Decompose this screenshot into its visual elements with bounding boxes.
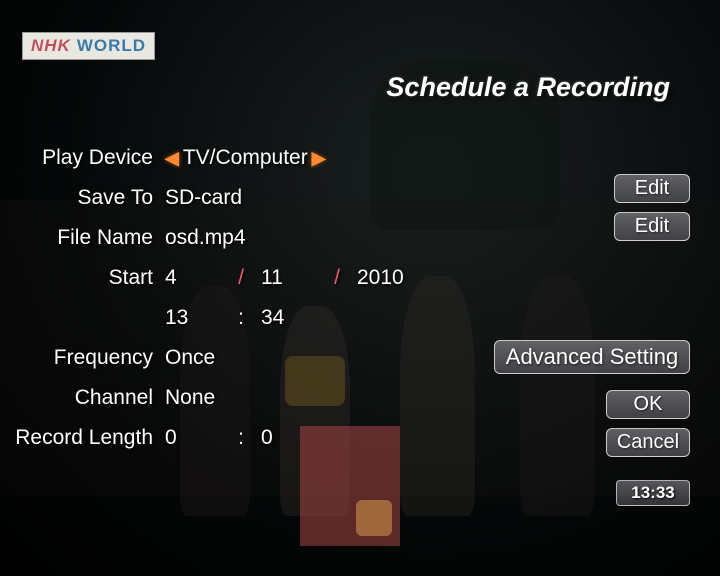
logo-text-right: WORLD bbox=[77, 36, 146, 55]
label-play-device: Play Device bbox=[0, 146, 165, 170]
row-file-name: File Name osd.mp4 bbox=[0, 218, 720, 258]
label-frequency: Frequency bbox=[0, 346, 165, 370]
length-hour[interactable]: 0 bbox=[165, 426, 221, 450]
clock-display: 13:33 bbox=[616, 480, 690, 506]
start-hour[interactable]: 13 bbox=[165, 306, 221, 330]
row-start-date: Start 4 / 11 / 2010 bbox=[0, 258, 720, 298]
label-channel: Channel bbox=[0, 386, 165, 410]
advanced-setting-button[interactable]: Advanced Setting bbox=[494, 340, 690, 374]
value-start-time[interactable]: 13 : 34 bbox=[165, 306, 720, 330]
length-minute[interactable]: 0 bbox=[261, 426, 317, 450]
edit-save-to-button[interactable]: Edit bbox=[614, 174, 690, 203]
label-save-to: Save To bbox=[0, 186, 165, 210]
value-play-device[interactable]: ◀ TV/Computer ▶ bbox=[165, 146, 720, 170]
time-separator: : bbox=[221, 306, 261, 330]
ok-button[interactable]: OK bbox=[606, 390, 690, 419]
start-day[interactable]: 4 bbox=[165, 266, 221, 290]
label-file-name: File Name bbox=[0, 226, 165, 250]
arrow-right-icon[interactable]: ▶ bbox=[312, 148, 326, 169]
page-title: Schedule a Recording bbox=[386, 72, 670, 103]
row-start-time: 13 : 34 bbox=[0, 298, 720, 338]
start-minute[interactable]: 34 bbox=[261, 306, 317, 330]
label-record-length: Record Length bbox=[0, 426, 165, 450]
logo-text-left: NHK bbox=[31, 36, 71, 55]
label-start: Start bbox=[0, 266, 165, 290]
date-separator: / bbox=[317, 266, 357, 290]
channel-logo: NHK WORLD bbox=[22, 32, 155, 60]
play-device-text: TV/Computer bbox=[183, 146, 308, 170]
row-play-device: Play Device ◀ TV/Computer ▶ bbox=[0, 138, 720, 178]
row-save-to: Save To SD-card bbox=[0, 178, 720, 218]
cancel-button[interactable]: Cancel bbox=[606, 428, 690, 457]
start-year[interactable]: 2010 bbox=[357, 266, 413, 290]
date-separator: / bbox=[221, 266, 261, 290]
time-separator: : bbox=[221, 426, 261, 450]
arrow-left-icon[interactable]: ◀ bbox=[165, 148, 179, 169]
start-month[interactable]: 11 bbox=[261, 266, 317, 290]
value-start-date[interactable]: 4 / 11 / 2010 bbox=[165, 266, 720, 290]
edit-file-name-button[interactable]: Edit bbox=[614, 212, 690, 241]
